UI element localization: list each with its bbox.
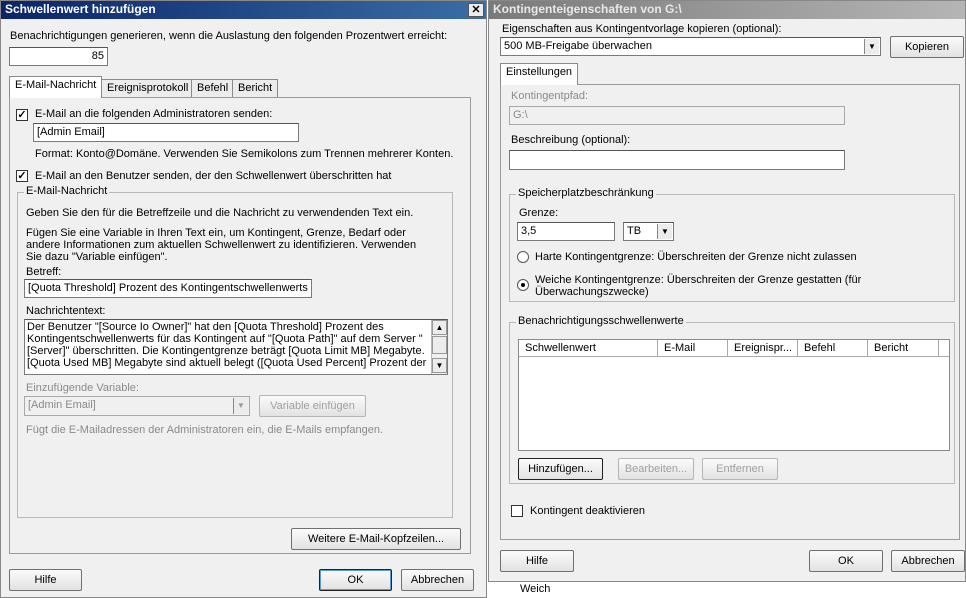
ok-button[interactable]: OK xyxy=(809,550,883,572)
help-button[interactable]: Hilfe xyxy=(9,569,82,591)
intro-text: Geben Sie den für die Betreffzeile und d… xyxy=(26,207,414,219)
chevron-down-icon[interactable]: ▼ xyxy=(657,224,672,239)
notification-group: Benachrichtigungsschwellenwerte Schwelle… xyxy=(509,315,955,484)
unit-select[interactable]: TB ▼ xyxy=(623,222,674,241)
email-tab-panel: ✓ E-Mail an die folgenden Administratore… xyxy=(9,97,471,554)
edit-button[interactable]: Bearbeiten... xyxy=(618,458,694,480)
variable-text: Fügen Sie eine Variable in Ihren Text ei… xyxy=(26,227,417,263)
subject-input[interactable]: [Quota Threshold] Prozent des Kontingent… xyxy=(24,279,312,298)
col-threshold[interactable]: Schwellenwert xyxy=(519,340,658,357)
disable-quota-checkbox[interactable] xyxy=(511,505,523,517)
cancel-button[interactable]: Abbrechen xyxy=(401,569,474,591)
message-group: E-Mail-Nachricht Geben Sie den für die B… xyxy=(17,185,453,518)
space-limit-title: Speicherplatzbeschränkung xyxy=(516,187,656,199)
tab-email[interactable]: E-Mail-Nachricht xyxy=(9,76,103,98)
body-textarea[interactable]: Der Benutzer "[Source Io Owner]" hat den… xyxy=(24,319,448,375)
more-headers-button[interactable]: Weitere E-Mail-Kopfzeilen... xyxy=(291,528,461,550)
help-button[interactable]: Hilfe xyxy=(500,550,574,572)
body-label: Nachrichtentext: xyxy=(26,305,106,317)
format-hint: Format: Konto@Domäne. Verwenden Sie Semi… xyxy=(35,148,454,160)
subject-label: Betreff: xyxy=(26,266,62,278)
body-text: Der Benutzer "[Source Io Owner]" hat den… xyxy=(27,321,427,369)
insert-var-value: [Admin Email] xyxy=(28,399,96,411)
admin-email-input[interactable]: [Admin Email] xyxy=(33,123,299,142)
message-group-title: E-Mail-Nachricht xyxy=(24,185,110,197)
desc-label: Beschreibung (optional): xyxy=(511,134,631,146)
space-limit-group: Speicherplatzbeschränkung Grenze: 3,5 TB… xyxy=(509,187,955,302)
path-input: G:\ xyxy=(509,106,845,125)
send-admin-checkbox[interactable]: ✓ xyxy=(16,109,28,121)
limit-label: Grenze: xyxy=(519,207,559,219)
path-label: Kontingentpfad: xyxy=(511,90,589,102)
disable-quota-label: Kontingent deaktivieren xyxy=(530,505,645,517)
quota-properties-dialog: Kontingenteigenschaften von G:\ Eigensch… xyxy=(488,0,966,582)
close-icon[interactable]: ✕ xyxy=(468,3,484,17)
template-select[interactable]: 500 MB-Freigabe überwachen ▼ xyxy=(500,37,881,56)
soft-limit-radio[interactable] xyxy=(517,279,529,291)
insert-var-hint: Fügt die E-Mailadressen der Administrato… xyxy=(26,424,384,436)
description-input[interactable] xyxy=(509,150,845,170)
insert-variable-button[interactable]: Variable einfügen xyxy=(259,395,366,417)
copy-button[interactable]: Kopieren xyxy=(890,36,964,58)
threshold-input[interactable]: 85 xyxy=(9,47,108,66)
bottom-text: Weich xyxy=(520,583,551,595)
scroll-thumb[interactable] xyxy=(432,336,447,354)
add-button[interactable]: Hinzufügen... xyxy=(518,458,603,480)
send-admin-label: E-Mail an die folgenden Administratoren … xyxy=(35,108,273,120)
threshold-dialog: Schwellenwert hinzufügen ✕ Benachrichtig… xyxy=(0,0,487,598)
send-user-label: E-Mail an den Benutzer senden, der den S… xyxy=(35,170,392,182)
insert-var-label: Einzufügende Variable: xyxy=(26,382,139,394)
dialog-title: Schwellenwert hinzufügen xyxy=(1,1,486,19)
tab-report[interactable]: Bericht xyxy=(232,79,279,98)
settings-panel: Kontingentpfad: G:\ Beschreibung (option… xyxy=(500,84,960,540)
remove-button[interactable]: Entfernen xyxy=(702,458,778,480)
insert-var-select[interactable]: [Admin Email] ▼ xyxy=(24,396,250,416)
col-report[interactable]: Bericht xyxy=(868,340,939,357)
quota-dialog-title: Kontingenteigenschaften von G:\ xyxy=(489,1,965,19)
scroll-down-icon[interactable]: ▼ xyxy=(432,358,447,373)
limit-input[interactable]: 3,5 xyxy=(517,222,615,241)
soft-limit-label: Weiche Kontingentgrenze: Überschreiten d… xyxy=(535,274,862,298)
template-value: 500 MB-Freigabe überwachen xyxy=(504,40,652,52)
col-command[interactable]: Befehl xyxy=(798,340,868,357)
copy-label: Eigenschaften aus Kontingentvorlage kopi… xyxy=(502,23,782,35)
scroll-up-icon[interactable]: ▲ xyxy=(432,320,447,335)
ok-button[interactable]: OK xyxy=(319,569,392,591)
unit-value: TB xyxy=(627,225,642,237)
tab-settings[interactable]: Einstellungen xyxy=(500,63,579,85)
chevron-down-icon[interactable]: ▼ xyxy=(864,39,879,54)
send-user-checkbox[interactable]: ✓ xyxy=(16,170,28,182)
threshold-list[interactable]: Schwellenwert E-Mail Ereignispr... Befeh… xyxy=(518,339,950,451)
col-event-log[interactable]: Ereignispr... xyxy=(728,340,798,357)
hard-limit-label: Harte Kontingentgrenze: Überschreiten de… xyxy=(535,251,857,263)
tab-event-log[interactable]: Ereignisprotokoll xyxy=(101,79,195,98)
cancel-button[interactable]: Abbrechen xyxy=(891,550,965,572)
tab-command[interactable]: Befehl xyxy=(191,79,235,98)
hard-limit-radio[interactable] xyxy=(517,251,529,263)
body-scrollbar[interactable]: ▲ ▼ xyxy=(431,320,447,374)
chevron-down-icon[interactable]: ▼ xyxy=(233,398,248,414)
notification-group-title: Benachrichtigungsschwellenwerte xyxy=(516,315,686,327)
threshold-label: Benachrichtigungen generieren, wenn die … xyxy=(10,30,448,42)
col-email[interactable]: E-Mail xyxy=(658,340,728,357)
list-header: Schwellenwert E-Mail Ereignispr... Befeh… xyxy=(519,340,949,357)
